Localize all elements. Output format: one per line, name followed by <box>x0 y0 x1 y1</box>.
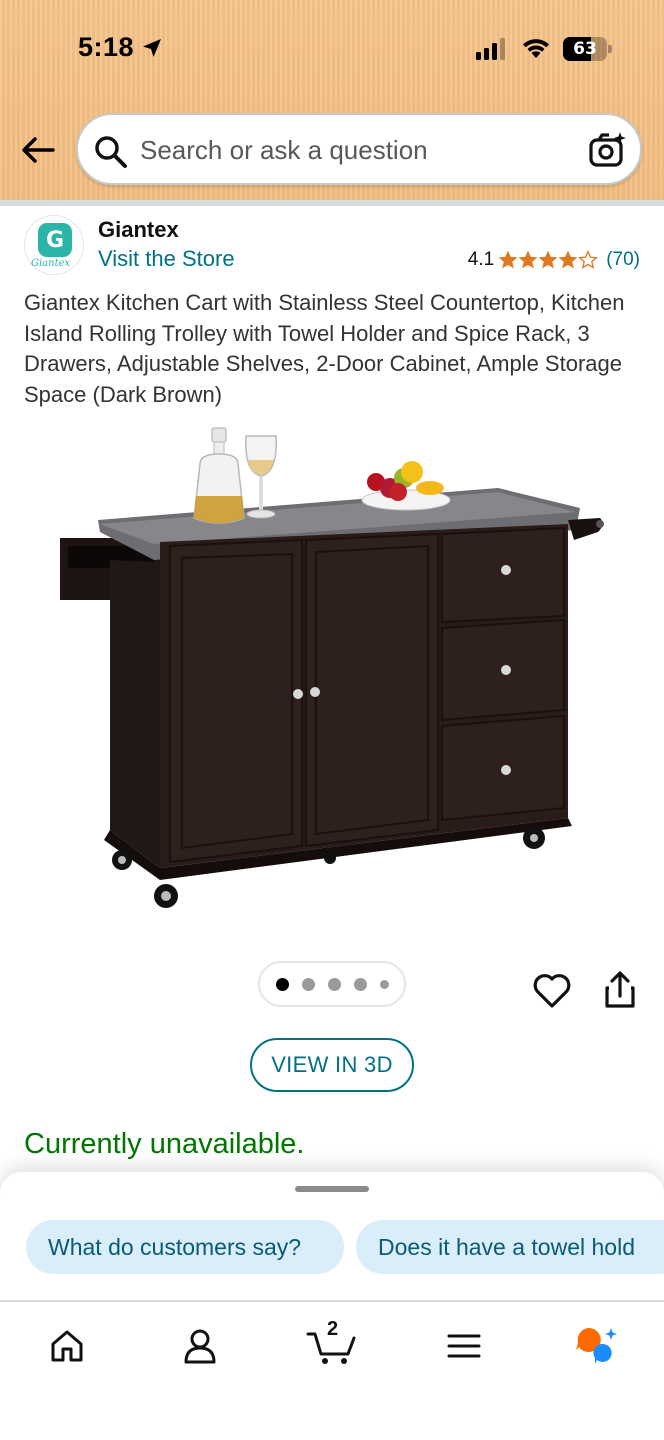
sheet-drag-handle[interactable] <box>295 1186 369 1192</box>
suggestion-chip[interactable]: What do customers say? <box>26 1220 344 1274</box>
star-full-icon <box>498 250 518 269</box>
rufus-assistant-icon <box>576 1328 617 1364</box>
back-button[interactable] <box>16 128 60 172</box>
tab-cart[interactable]: 2 <box>302 1318 362 1368</box>
rating-count: (70) <box>606 249 640 270</box>
star-full-icon <box>538 250 558 269</box>
cabinet-drawers <box>441 526 565 822</box>
tab-rufus[interactable] <box>566 1324 626 1368</box>
tab-home[interactable] <box>37 1324 97 1368</box>
bottom-tab-bar: 2 <box>0 1300 664 1440</box>
battery-percent: 63 <box>573 39 597 59</box>
account-icon <box>184 1329 216 1364</box>
image-pager[interactable] <box>258 961 406 1007</box>
search-bar[interactable] <box>76 113 642 185</box>
cabinet-side <box>110 560 160 868</box>
pager-dot[interactable] <box>327 977 341 991</box>
visit-store-link[interactable]: Visit the Store <box>98 246 235 272</box>
back-arrow-icon <box>22 137 55 163</box>
app-header: 5:18 63 <box>0 0 664 204</box>
menu-icon <box>447 1334 481 1358</box>
share-icon[interactable] <box>602 970 638 1010</box>
search-input[interactable] <box>140 131 580 169</box>
brand-logo-badge: G <box>38 223 72 257</box>
search-icon <box>95 136 127 168</box>
tab-menu[interactable] <box>434 1324 494 1368</box>
battery-indicator: 63 <box>563 37 607 61</box>
product-title: Giantex Kitchen Cart with Stainless Stee… <box>24 290 625 407</box>
cellular-signal-icon <box>476 38 505 60</box>
product-image[interactable] <box>54 420 614 920</box>
header-divider <box>0 200 664 206</box>
rating-value: 4.1 <box>467 249 495 270</box>
pager-dot[interactable] <box>353 977 367 991</box>
star-full-icon <box>518 250 538 269</box>
suggestion-chip[interactable]: Does it have a towel hold <box>356 1220 664 1274</box>
wine-glass <box>245 435 277 519</box>
star-full-icon <box>558 250 578 269</box>
location-arrow-icon <box>143 39 161 57</box>
brand-logo[interactable]: G Giantex <box>24 215 84 275</box>
cart-count-badge: 2 <box>327 1318 339 1340</box>
home-icon <box>51 1330 83 1362</box>
brand-logo-wordmark: Giantex <box>31 258 71 269</box>
battery-cap <box>608 45 612 53</box>
view-in-3d-button[interactable]: VIEW IN 3D <box>250 1038 414 1092</box>
pager-dot[interactable] <box>379 979 389 989</box>
brand-logo-letter: G <box>45 227 65 253</box>
availability-status: Currently unavailable. <box>24 1128 305 1160</box>
decanter <box>193 427 245 524</box>
heart-icon[interactable] <box>532 970 572 1010</box>
star-rating <box>498 250 599 270</box>
rating-summary[interactable]: 4.1 (70) <box>468 249 640 271</box>
brand-name: Giantex <box>98 217 179 242</box>
star-empty-icon <box>578 250 599 269</box>
tab-account[interactable] <box>170 1324 230 1368</box>
status-time: 5:18 <box>78 32 135 62</box>
camera-search-icon[interactable] <box>588 131 628 169</box>
fruit-bowl <box>361 461 451 511</box>
pager-dot[interactable] <box>301 977 315 991</box>
wifi-icon <box>523 39 549 58</box>
pager-dot-active[interactable] <box>275 977 289 991</box>
